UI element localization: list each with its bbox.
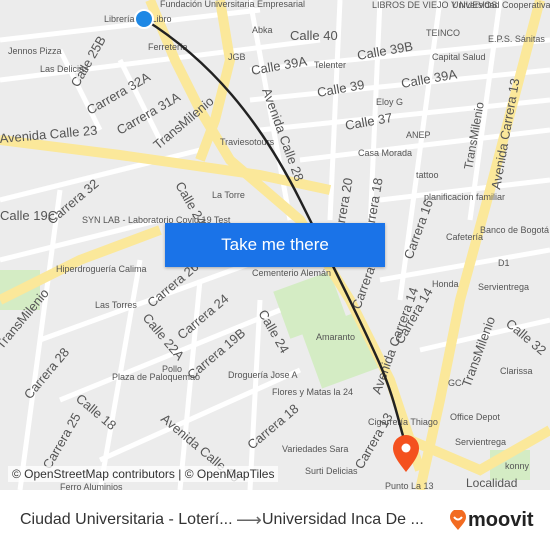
map-label: Eloy G — [376, 97, 403, 107]
map-label: Banco de Bogotá — [480, 225, 549, 235]
map-label: TEINCO — [426, 28, 460, 38]
map-label: planificacion familiar — [424, 192, 505, 202]
map-label: Calle 40 — [290, 28, 338, 43]
map-label: Flores y Matas la 24 — [272, 387, 353, 397]
arrow-right-icon: ⟶ — [236, 509, 262, 530]
map-label: Servientrega — [478, 282, 529, 292]
map-label: Ferro Aluminios — [60, 482, 123, 490]
map-label: TransMilenio — [459, 314, 498, 389]
map-label: ANEP — [406, 130, 431, 140]
map-label: Calle 37 — [344, 110, 394, 133]
map-label: Las Delicias — [40, 64, 89, 74]
map-label: Las Torres — [95, 300, 137, 310]
map-label: Pollo — [162, 364, 182, 374]
map-label: Amaranto — [316, 332, 355, 342]
map-label: konny — [505, 461, 530, 471]
map-attribution[interactable]: © OpenStreetMap contributors | © OpenMap… — [8, 466, 279, 482]
map-label: Honda — [432, 279, 459, 289]
map-label: Calle 25B — [68, 33, 109, 89]
map-label: Calle 39B — [356, 38, 414, 63]
footer: Ciudad Universitaria - Loterí... ⟶ Unive… — [0, 490, 550, 550]
map-label: Variedades Sara — [282, 444, 348, 454]
map-label: Hiperdroguería Calima — [56, 264, 147, 274]
origin-name: Ciudad Universitaria - Loterí... — [20, 511, 233, 528]
map-label: Carrera 25 — [40, 410, 84, 471]
moovit-pin-icon — [450, 510, 466, 530]
map-label: Droguería Jose A — [228, 370, 298, 380]
map-label: JGB — [228, 52, 246, 62]
map-label: Localidad — [466, 476, 517, 490]
map-label: E.P.S. Sánitas — [488, 34, 545, 44]
moovit-logo: moovit — [450, 509, 534, 532]
map-label: Capital Salud — [432, 52, 486, 62]
map-label: Servientrega — [455, 437, 506, 447]
destination-name: Universidad Inca De ... — [262, 511, 424, 528]
map-label: Punto La 13 — [385, 481, 434, 490]
map-label: La Torre — [212, 190, 245, 200]
map-label: Calle 39 — [316, 77, 366, 100]
map-label: Surti Delicias — [305, 466, 358, 476]
map-label: Plaza de Paloquemao — [112, 372, 200, 382]
origin-marker — [134, 9, 154, 29]
map-label: Calle 19C — [0, 208, 57, 223]
take-me-there-button[interactable]: Take me there — [165, 223, 385, 267]
map-label: Jennos Pizza — [8, 46, 62, 56]
map[interactable]: Librería del LibroFundación Universitari… — [0, 0, 550, 490]
map-label: Abka — [252, 25, 273, 35]
map-label: Cementerio Alemán — [252, 268, 331, 278]
map-label: Office Depot — [450, 412, 500, 422]
map-label: D1 — [498, 258, 510, 268]
map-label: tattoo — [416, 170, 439, 180]
map-label: Carrera 16 — [401, 198, 436, 262]
map-label: Clarissa — [500, 366, 533, 376]
map-label: Universidad Cooperativa — [452, 0, 550, 10]
map-label: Telenter — [314, 60, 346, 70]
map-label: Fundación Universitaria Empresarial — [160, 0, 305, 9]
map-label: Carrera 28 — [21, 345, 72, 402]
map-label: Cafetería — [446, 232, 483, 242]
map-label: Casa Morada — [358, 148, 412, 158]
